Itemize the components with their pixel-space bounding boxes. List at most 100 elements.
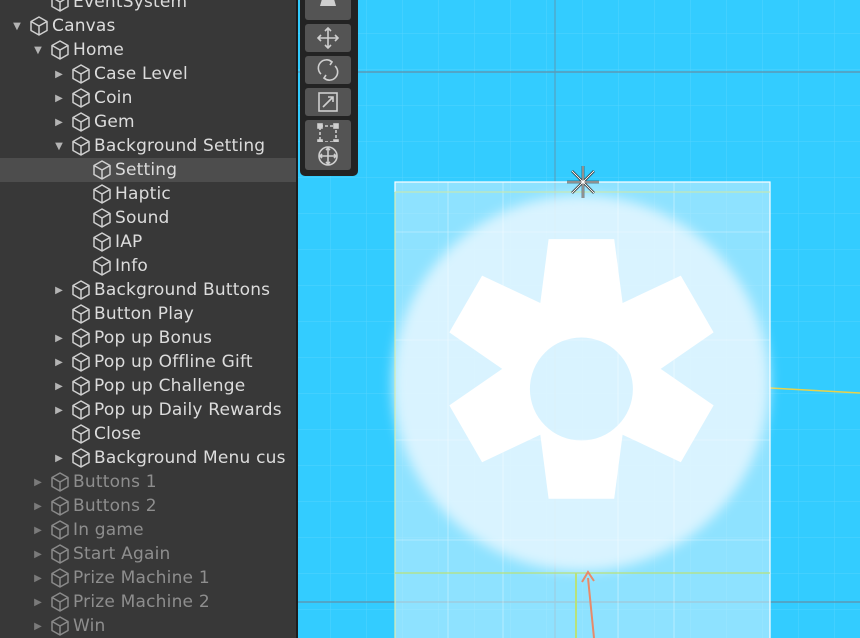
expand-arrow-down-icon[interactable]: ▼ bbox=[31, 43, 45, 57]
expand-arrow-right-icon[interactable]: ▶ bbox=[52, 355, 66, 369]
gameobject-cube-icon bbox=[93, 160, 111, 180]
expand-arrow-right-icon[interactable]: ▶ bbox=[31, 547, 45, 561]
expand-arrow-right-icon[interactable]: ▶ bbox=[31, 475, 45, 489]
gameobject-cube-icon bbox=[93, 232, 111, 252]
hierarchy-row[interactable]: ▶Sound bbox=[0, 206, 296, 230]
hierarchy-row-label: Buttons 2 bbox=[73, 496, 157, 516]
hierarchy-row[interactable]: ▶Haptic bbox=[0, 182, 296, 206]
gameobject-cube-icon bbox=[72, 424, 90, 444]
gameobject-cube-icon bbox=[93, 208, 111, 228]
hierarchy-row-label: Background Menu cus bbox=[94, 448, 286, 468]
expand-arrow-right-icon[interactable]: ▶ bbox=[52, 115, 66, 129]
gameobject-cube-icon bbox=[51, 592, 69, 612]
hierarchy-row-label: Background Buttons bbox=[94, 280, 271, 300]
gameobject-cube-icon bbox=[72, 400, 90, 420]
hierarchy-row[interactable]: ▶ Buttons 1 bbox=[0, 470, 296, 494]
hierarchy-row-label: In game bbox=[73, 520, 144, 540]
expand-arrow-right-icon[interactable]: ▶ bbox=[52, 91, 66, 105]
expand-arrow-right-icon[interactable]: ▶ bbox=[52, 331, 66, 345]
view-tool-button[interactable] bbox=[305, 0, 351, 20]
hierarchy-row[interactable]: ▶Info bbox=[0, 254, 296, 278]
hierarchy-row-label: Prize Machine 1 bbox=[73, 568, 210, 588]
gameobject-cube-icon bbox=[51, 472, 69, 492]
hierarchy-row[interactable]: ▶ Background Menu cus bbox=[0, 446, 296, 470]
expand-arrow-right-icon[interactable]: ▶ bbox=[31, 619, 45, 633]
gameobject-cube-icon bbox=[51, 520, 69, 540]
hierarchy-row-label: Buttons 1 bbox=[73, 472, 157, 492]
gameobject-cube-icon bbox=[72, 112, 90, 132]
move-tool-button[interactable] bbox=[305, 24, 351, 52]
gameobject-cube-icon bbox=[72, 304, 90, 324]
expand-arrow-down-icon[interactable]: ▼ bbox=[52, 139, 66, 153]
hierarchy-row[interactable]: ▶ Pop up Offline Gift bbox=[0, 350, 296, 374]
hierarchy-row-label: Coin bbox=[94, 88, 133, 108]
gameobject-cube-icon bbox=[72, 328, 90, 348]
gameobject-cube-icon bbox=[72, 280, 90, 300]
hierarchy-row-label: IAP bbox=[115, 232, 143, 252]
hierarchy-row[interactable]: ▶ Case Level bbox=[0, 62, 296, 86]
hierarchy-row-label: Gem bbox=[94, 112, 135, 132]
hierarchy-row[interactable]: ▶EventSystem bbox=[0, 0, 296, 14]
hierarchy-row-label: Prize Machine 2 bbox=[73, 592, 210, 612]
hierarchy-row-label: Background Setting bbox=[94, 136, 266, 156]
gameobject-cube-icon bbox=[72, 352, 90, 372]
hierarchy-row-label: Home bbox=[73, 40, 125, 60]
gameobject-cube-icon bbox=[51, 616, 69, 636]
hierarchy-row-label: Canvas bbox=[52, 16, 116, 36]
expand-arrow-down-icon[interactable]: ▼ bbox=[10, 19, 24, 33]
gameobject-cube-icon bbox=[51, 40, 69, 60]
gameobject-cube-icon bbox=[51, 544, 69, 564]
hierarchy-row-label: Setting bbox=[115, 160, 178, 180]
gameobject-cube-icon bbox=[72, 64, 90, 84]
hierarchy-row[interactable]: ▼ Home bbox=[0, 38, 296, 62]
hierarchy-panel: ▶EventSystem▼Canvas▼Home▶Case Level▶Coin… bbox=[0, 0, 296, 638]
gameobject-cube-icon bbox=[72, 88, 90, 108]
hierarchy-row-label: EventSystem bbox=[73, 0, 188, 12]
hierarchy-row-label: Haptic bbox=[115, 184, 171, 204]
hierarchy-row[interactable]: ▶ Gem bbox=[0, 110, 296, 134]
scene-canvas[interactable] bbox=[298, 0, 860, 638]
expand-arrow-right-icon[interactable]: ▶ bbox=[31, 571, 45, 585]
hierarchy-row[interactable]: ▶Button Play bbox=[0, 302, 296, 326]
hierarchy-row[interactable]: ▼ Canvas bbox=[0, 14, 296, 38]
scene-view[interactable] bbox=[298, 0, 860, 638]
expand-arrow-right-icon[interactable]: ▶ bbox=[52, 451, 66, 465]
gameobject-cube-icon bbox=[51, 0, 69, 12]
hierarchy-row[interactable]: ▶IAP bbox=[0, 230, 296, 254]
hierarchy-row[interactable]: ▶ Coin bbox=[0, 86, 296, 110]
hierarchy-row[interactable]: ▶ Background Buttons bbox=[0, 278, 296, 302]
expand-arrow-right-icon[interactable]: ▶ bbox=[31, 499, 45, 513]
hierarchy-row-label: Info bbox=[115, 256, 148, 276]
hierarchy-row[interactable]: ▶ Start Again bbox=[0, 542, 296, 566]
hierarchy-row-label: Pop up Daily Rewards bbox=[94, 400, 282, 420]
expand-arrow-right-icon[interactable]: ▶ bbox=[31, 595, 45, 609]
expand-arrow-right-icon[interactable]: ▶ bbox=[52, 403, 66, 417]
transform-tool-button[interactable] bbox=[305, 142, 351, 170]
hierarchy-row[interactable]: ▶ In game bbox=[0, 518, 296, 542]
expand-arrow-right-icon[interactable]: ▶ bbox=[52, 67, 66, 81]
hierarchy-row[interactable]: ▶Setting bbox=[0, 158, 296, 182]
expand-arrow-right-icon[interactable]: ▶ bbox=[52, 379, 66, 393]
hierarchy-row[interactable]: ▶ Win bbox=[0, 614, 296, 638]
gameobject-cube-icon bbox=[72, 136, 90, 156]
scale-tool-button[interactable] bbox=[305, 88, 351, 116]
hierarchy-row-label: Close bbox=[94, 424, 142, 444]
gameobject-cube-icon bbox=[93, 256, 111, 276]
expand-arrow-right-icon[interactable]: ▶ bbox=[52, 283, 66, 297]
hierarchy-row[interactable]: ▼ Background Setting bbox=[0, 134, 296, 158]
hierarchy-row[interactable]: ▶ Prize Machine 2 bbox=[0, 590, 296, 614]
hierarchy-row[interactable]: ▶ Pop up Bonus bbox=[0, 326, 296, 350]
expand-arrow-right-icon[interactable]: ▶ bbox=[31, 523, 45, 537]
move-tool-icon bbox=[316, 26, 340, 50]
gameobject-cube-icon bbox=[30, 16, 48, 36]
rotate-tool-button[interactable] bbox=[305, 56, 351, 84]
hierarchy-row-label: Button Play bbox=[94, 304, 194, 324]
hierarchy-row[interactable]: ▶ Prize Machine 1 bbox=[0, 566, 296, 590]
hierarchy-row[interactable]: ▶Close bbox=[0, 422, 296, 446]
gameobject-cube-icon bbox=[93, 184, 111, 204]
hierarchy-tree: ▶EventSystem▼Canvas▼Home▶Case Level▶Coin… bbox=[0, 0, 296, 638]
hierarchy-row[interactable]: ▶ Pop up Daily Rewards bbox=[0, 398, 296, 422]
hierarchy-row-label: Sound bbox=[115, 208, 170, 228]
hierarchy-row[interactable]: ▶ Buttons 2 bbox=[0, 494, 296, 518]
hierarchy-row[interactable]: ▶ Pop up Challenge bbox=[0, 374, 296, 398]
